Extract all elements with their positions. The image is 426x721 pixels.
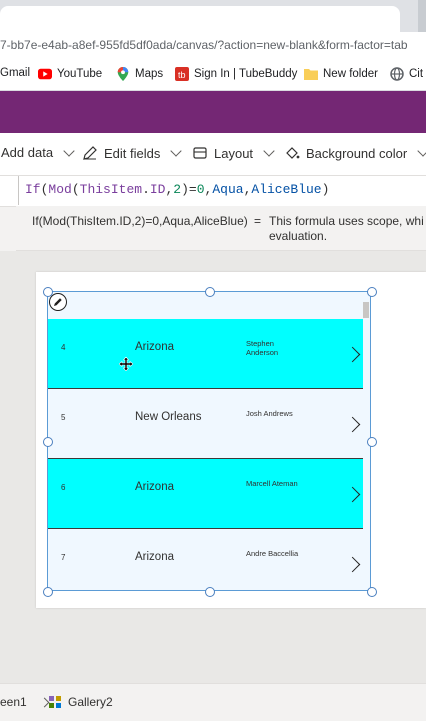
- app-header: [0, 91, 426, 133]
- bookmarks-bar: Gmail YouTube Maps tb Sign In | TubeBudd…: [0, 60, 426, 91]
- layout-label: Layout: [214, 145, 254, 161]
- formula-text[interactable]: If(Mod(ThisItem.ID,2)=0,Aqua,AliceBlue): [25, 182, 329, 197]
- bookmark-label: New folder: [323, 68, 378, 80]
- background-color-label: Background color: [306, 145, 408, 161]
- resize-handle[interactable]: [367, 287, 377, 297]
- youtube-icon: [38, 68, 52, 80]
- bookmark-label: Cit: [409, 68, 424, 80]
- formula-token: AliceBlue: [251, 182, 322, 197]
- bookmark-label: Maps: [135, 68, 164, 80]
- formula-token: =: [188, 182, 197, 197]
- maps-icon: [117, 67, 129, 81]
- formula-token: Aqua: [212, 182, 244, 197]
- globe-icon: [390, 67, 404, 81]
- paint-bucket-icon: [286, 147, 300, 159]
- svg-text:tb: tb: [178, 70, 186, 80]
- gallery-breadcrumb[interactable]: Gallery2: [48, 695, 113, 709]
- layout-button[interactable]: Layout: [192, 145, 275, 161]
- bookmark-tubebuddy[interactable]: tb Sign In | TubeBuddy: [175, 67, 297, 81]
- bookmark-maps[interactable]: Maps: [116, 67, 163, 81]
- browser-tab-strip: [0, 0, 426, 32]
- chevron-down-icon: [417, 145, 426, 157]
- add-data-button[interactable]: Add data: [1, 144, 75, 160]
- formula-token: 0: [196, 182, 205, 197]
- hint-expression: If(Mod(ThisItem.ID,2)=0,Aqua,AliceBlue): [32, 214, 248, 228]
- formula-token: .: [142, 182, 150, 197]
- chevron-down-icon: [263, 145, 275, 157]
- tubebuddy-icon: tb: [175, 67, 189, 81]
- bookmark-label: Gmail: [0, 67, 31, 79]
- formula-input[interactable]: If(Mod(ThisItem.ID,2)=0,Aqua,AliceBlue): [18, 176, 426, 205]
- resize-handle[interactable]: [205, 587, 215, 597]
- gallery-icon: [49, 696, 61, 708]
- folder-icon: [304, 69, 318, 80]
- formula-token: ThisItem: [79, 182, 143, 197]
- formula-token: Mod: [48, 182, 72, 197]
- edit-fields-button[interactable]: Edit fields: [82, 145, 183, 161]
- screen-tab-label: een1: [0, 695, 27, 709]
- bookmark-label: YouTube: [57, 68, 103, 80]
- url-text[interactable]: 7-bb7e-e4ab-a8ef-955fd5df0ada/canvas/?ac…: [0, 38, 408, 52]
- background-color-button[interactable]: Background color: [284, 145, 426, 161]
- chevron-down-icon: [63, 144, 75, 157]
- pencil-icon: [83, 146, 97, 160]
- command-bar: Add data Edit fields Layout Background c…: [0, 133, 426, 176]
- formula-bar: If(Mod(ThisItem.ID,2)=0,Aqua,AliceBlue): [0, 176, 426, 207]
- bookmark-cit[interactable]: Cit: [390, 67, 423, 81]
- resize-handle[interactable]: [367, 587, 377, 597]
- bookmark-gmail[interactable]: Gmail: [0, 67, 30, 79]
- formula-token: If: [25, 182, 41, 197]
- resize-handle[interactable]: [205, 287, 215, 297]
- resize-handle[interactable]: [367, 437, 377, 447]
- address-bar[interactable]: 7-bb7e-e4ab-a8ef-955fd5df0ada/canvas/?ac…: [0, 32, 426, 60]
- formula-token: ID: [149, 182, 166, 197]
- browser-tab[interactable]: [0, 6, 400, 32]
- layout-icon: [193, 147, 207, 159]
- add-data-label: Add data: [1, 145, 54, 160]
- resize-handle[interactable]: [43, 587, 53, 597]
- bookmark-youtube[interactable]: YouTube: [38, 67, 102, 81]
- chevron-down-icon: [170, 145, 183, 157]
- formula-token: 2: [173, 182, 182, 197]
- formula-token: ): [321, 182, 330, 197]
- formula-token: (: [71, 182, 80, 197]
- formula-token: ): [181, 182, 189, 197]
- selection-frame: [43, 287, 377, 597]
- resize-handle[interactable]: [43, 287, 53, 297]
- bookmark-label: Sign In | TubeBuddy: [194, 68, 298, 80]
- formula-hint: If(Mod(ThisItem.ID,2)=0,Aqua,AliceBlue) …: [16, 206, 426, 251]
- bookmark-new-folder[interactable]: New folder: [304, 67, 378, 81]
- window-edge: [418, 0, 426, 32]
- gallery-tab-label: Gallery2: [68, 695, 113, 709]
- hint-result: This formula uses scope, whi evaluation.: [269, 214, 424, 243]
- hint-equals: =: [254, 214, 262, 228]
- resize-handle[interactable]: [43, 437, 53, 447]
- screen-breadcrumb[interactable]: een1: [0, 695, 50, 709]
- edit-fields-label: Edit fields: [104, 145, 161, 161]
- bottom-bar: een1 Gallery2: [0, 683, 426, 721]
